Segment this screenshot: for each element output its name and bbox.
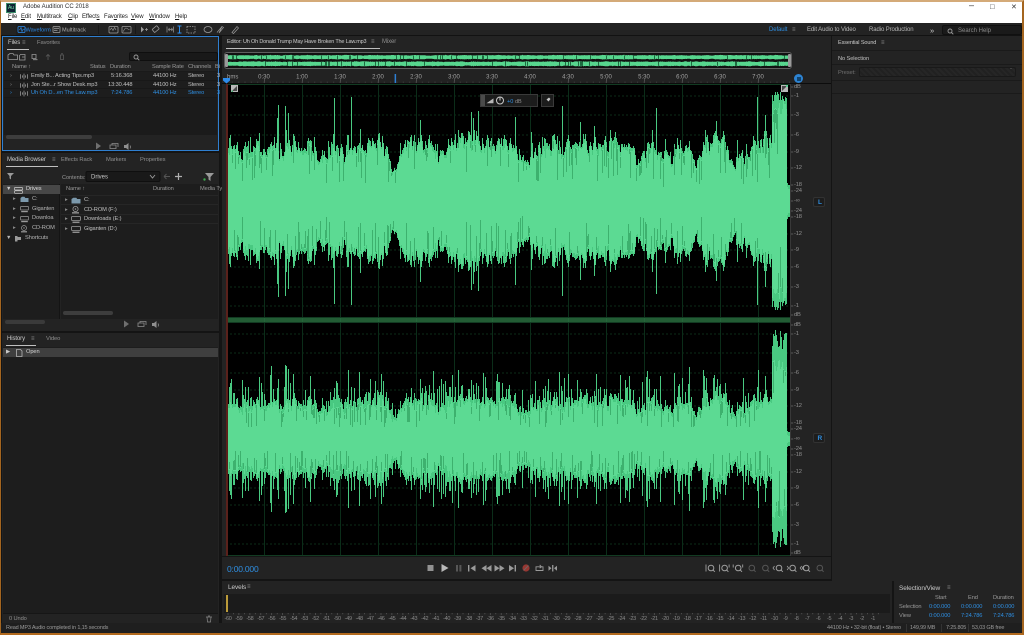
svg-text:2:30: 2:30 — [410, 75, 422, 81]
svg-text:Contents:: Contents: — [62, 175, 86, 181]
svg-text:0:30: 0:30 — [258, 75, 270, 81]
svg-text:3:30: 3:30 — [486, 75, 498, 81]
svg-text:+0: +0 — [507, 99, 513, 105]
svg-text:2:00: 2:00 — [372, 75, 384, 81]
svg-text:1:30: 1:30 — [334, 75, 346, 81]
svg-text:7:00: 7:00 — [752, 75, 764, 81]
svg-text:4:00: 4:00 — [524, 75, 536, 81]
svg-text:5:30: 5:30 — [638, 75, 650, 81]
svg-text:dB: dB — [515, 99, 522, 105]
svg-text:1:00: 1:00 — [296, 75, 308, 81]
svg-text:6:30: 6:30 — [714, 75, 726, 81]
svg-text:Multitrack: Multitrack — [62, 28, 86, 34]
svg-text:6:00: 6:00 — [676, 75, 688, 81]
svg-text:Drives: Drives — [91, 175, 108, 181]
svg-text:3:00: 3:00 — [448, 75, 460, 81]
svg-text:5:00: 5:00 — [600, 75, 612, 81]
svg-text:Waveform: Waveform — [26, 28, 52, 34]
svg-text:4:30: 4:30 — [562, 75, 574, 81]
